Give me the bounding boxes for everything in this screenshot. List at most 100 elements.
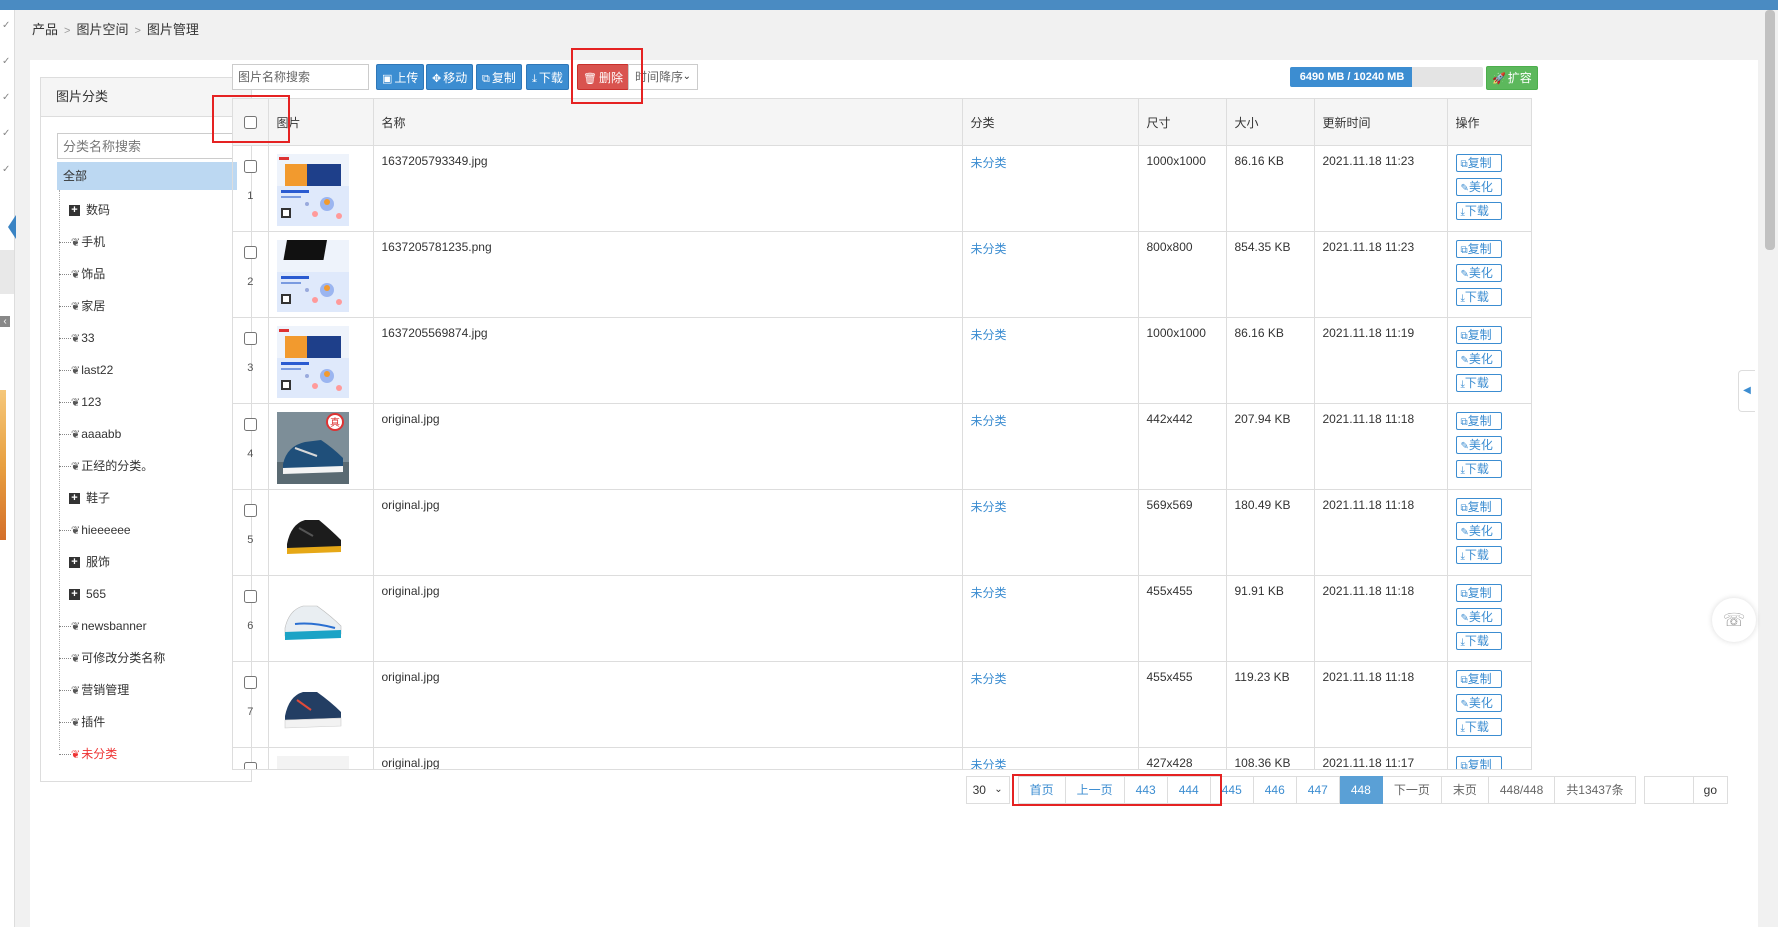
table-header-row: 图片 名称 分类 尺寸 大小 更新时间 操作 [233, 99, 1531, 146]
row-download-button[interactable]: ⤓下载 [1455, 718, 1502, 736]
row-checkbox[interactable] [243, 332, 257, 345]
expand-plus-icon[interactable]: + [69, 493, 80, 505]
expand-storage-button[interactable]: 🚀 扩容 [1486, 66, 1538, 90]
category-item[interactable]: ❦饰品 [57, 258, 237, 290]
category-link[interactable]: 未分类 [971, 500, 1007, 514]
category-link[interactable]: 未分类 [971, 156, 1007, 170]
expand-plus-icon[interactable]: + [69, 589, 80, 601]
download-icon: ⤓ [532, 73, 537, 85]
category-item[interactable]: ❦33 [57, 322, 237, 354]
right-panel-toggle[interactable]: ◀ [1738, 370, 1755, 412]
row-checkbox[interactable] [243, 246, 257, 259]
page-number-button[interactable]: 447 [1296, 776, 1340, 804]
row-beautify-button[interactable]: ✎美化 [1455, 436, 1502, 454]
category-item[interactable]: ❦last22 [57, 354, 237, 386]
category-item[interactable]: ❦营销管理 [57, 674, 237, 706]
row-copy-button[interactable]: ⧉复制 [1455, 498, 1502, 516]
row-select-cell: 4 [233, 403, 269, 490]
category-item[interactable]: ❦newsbanner [57, 610, 237, 642]
scrollbar-thumb[interactable] [1765, 10, 1775, 250]
category-link[interactable]: 未分类 [971, 414, 1007, 428]
image-thumbnail[interactable] [276, 498, 349, 570]
category-link[interactable]: 未分类 [971, 242, 1007, 256]
row-beautify-button[interactable]: ✎美化 [1455, 350, 1502, 368]
category-item[interactable]: ❦插件 [57, 706, 237, 738]
category-item[interactable]: ❦123 [57, 386, 237, 418]
image-thumbnail[interactable] [276, 154, 349, 226]
expand-plus-icon[interactable]: + [69, 205, 80, 217]
row-download-button[interactable]: ⤓下载 [1455, 632, 1502, 650]
row-checkbox[interactable] [243, 590, 257, 603]
last-page-button[interactable]: 末页 [1441, 776, 1489, 804]
category-item[interactable]: ❦手机 [57, 226, 237, 258]
page-size-select[interactable]: 30 ⌄ [965, 776, 1010, 804]
row-copy-button[interactable]: ⧉复制 [1455, 756, 1502, 769]
category-item-label: aaaabb [81, 427, 122, 441]
next-page-button[interactable]: 下一页 [1382, 776, 1442, 804]
row-beautify-button[interactable]: ✎美化 [1455, 178, 1502, 196]
category-item[interactable]: ❦未分类 [57, 738, 237, 770]
category-item[interactable]: +565 [57, 578, 237, 610]
image-name: original.jpg [373, 403, 963, 490]
image-thumbnail[interactable] [276, 240, 349, 312]
row-checkbox[interactable] [243, 504, 257, 517]
category-link[interactable]: 未分类 [971, 586, 1007, 600]
row-copy-button[interactable]: ⧉复制 [1455, 154, 1502, 172]
image-thumbnail[interactable] [276, 326, 349, 398]
tree-connector [59, 754, 71, 756]
move-button[interactable]: ✥ 移动 [426, 64, 474, 90]
category-search-input[interactable] [57, 133, 233, 159]
goto-page-input[interactable] [1643, 776, 1694, 804]
image-thumbnail[interactable] [276, 670, 349, 742]
image-thumbnail[interactable]: 真 [276, 412, 349, 484]
row-checkbox[interactable] [243, 762, 257, 769]
row-download-button[interactable]: ⤓下载 [1455, 202, 1502, 220]
row-download-button[interactable]: ⤓下载 [1455, 460, 1502, 478]
category-item[interactable]: ❦家居 [57, 290, 237, 322]
copy-button[interactable]: ⧉ 复制 [476, 64, 522, 90]
category-item[interactable]: + 鞋子 [57, 482, 237, 514]
category-link[interactable]: 未分类 [971, 758, 1007, 769]
image-thumbnail[interactable] [276, 584, 349, 656]
row-beautify-button[interactable]: ✎美化 [1455, 264, 1502, 282]
download-button[interactable]: ⤓ 下载 [526, 64, 569, 90]
page-scrollbar[interactable] [1762, 10, 1778, 927]
row-beautify-button[interactable]: ✎美化 [1455, 694, 1502, 712]
tree-connector [59, 370, 71, 372]
customer-service-icon[interactable]: ☏ [1712, 598, 1756, 642]
row-checkbox[interactable] [243, 676, 257, 689]
category-item[interactable]: ❦可修改分类名称 [57, 642, 237, 674]
breadcrumb-item-image-space[interactable]: 图片空间 [76, 22, 128, 37]
page-number-button[interactable]: 446 [1253, 776, 1297, 804]
row-beautify-button[interactable]: ✎美化 [1455, 608, 1502, 626]
row-copy-button[interactable]: ⧉复制 [1455, 412, 1502, 430]
breadcrumb-item-product[interactable]: 产品 [32, 22, 58, 37]
category-item[interactable]: ❦正经的分类。 [57, 450, 237, 482]
row-download-button[interactable]: ⤓下载 [1455, 288, 1502, 306]
row-checkbox[interactable] [243, 418, 257, 431]
row-beautify-button[interactable]: ✎美化 [1455, 522, 1502, 540]
row-copy-button[interactable]: ⧉复制 [1455, 240, 1502, 258]
category-item-label: last22 [81, 363, 114, 377]
row-copy-button[interactable]: ⧉复制 [1455, 326, 1502, 344]
page-number-button[interactable]: 448 [1339, 776, 1383, 804]
category-item[interactable]: 全部 [57, 162, 237, 190]
expand-plus-icon[interactable]: + [69, 557, 80, 569]
category-item[interactable]: + 数码 [57, 194, 237, 226]
go-button[interactable]: go [1693, 776, 1728, 804]
image-thumbnail[interactable] [276, 756, 349, 769]
move-label: 移动 [443, 71, 468, 85]
row-checkbox[interactable] [243, 160, 257, 173]
category-item[interactable]: ❦hieeeeee [57, 514, 237, 546]
category-item[interactable]: ❦aaaabb [57, 418, 237, 450]
image-name-search-input[interactable] [232, 64, 369, 90]
row-download-button[interactable]: ⤓下载 [1455, 374, 1502, 392]
row-copy-button[interactable]: ⧉复制 [1455, 670, 1502, 688]
upload-button[interactable]: ▣ 上传 [376, 64, 425, 90]
row-download-button[interactable]: ⤓下载 [1455, 546, 1502, 564]
row-copy-button[interactable]: ⧉复制 [1455, 584, 1502, 602]
collapse-icon[interactable]: ‹ [0, 316, 10, 327]
category-link[interactable]: 未分类 [971, 672, 1007, 686]
category-item[interactable]: + 服饰 [57, 546, 237, 578]
category-link[interactable]: 未分类 [971, 328, 1007, 342]
